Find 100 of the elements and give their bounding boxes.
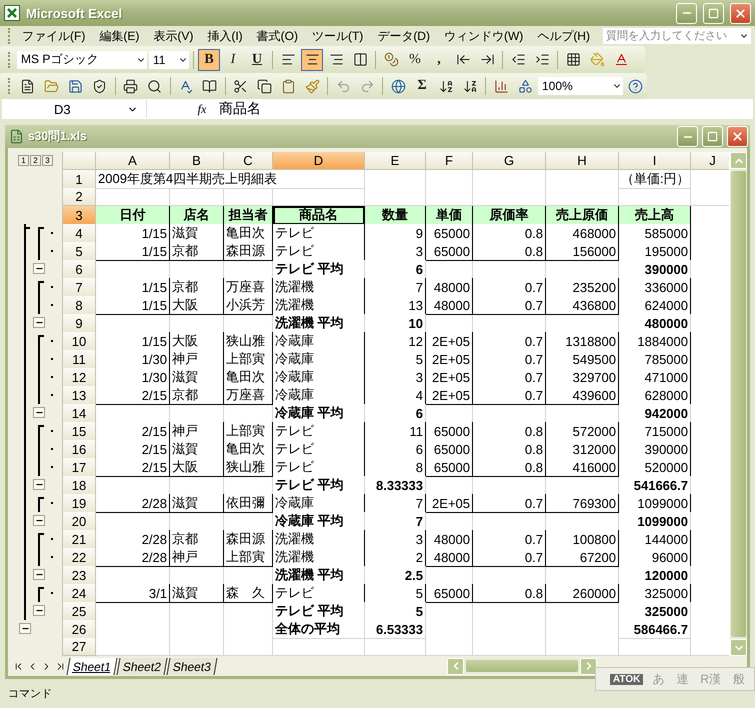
font-size-dropdown[interactable]: 11 [149,50,189,68]
bold-button[interactable]: B [198,48,220,70]
row-header[interactable]: 7 [63,278,96,297]
menu-item[interactable]: ツール(T) [304,28,370,44]
menu-item[interactable]: ヘルプ(H) [530,28,597,44]
table-cell: 468000 [546,224,619,243]
row-header[interactable]: 1 [63,170,96,189]
column-header[interactable]: J [691,152,729,170]
collapse-button[interactable] [33,605,45,616]
row-header[interactable]: 25 [63,602,96,621]
row-header[interactable]: 5 [63,242,96,261]
ime-mode[interactable]: ATOK [610,674,644,684]
outline-level-button[interactable]: 2 [30,155,41,166]
menu-item[interactable]: 表示(V) [146,28,200,44]
sheet-tab[interactable]: Sheet2 [116,658,168,674]
autosum-button[interactable]: Σ [411,75,434,97]
row-header[interactable]: 23 [63,566,96,585]
row-header[interactable]: 4 [63,224,96,243]
row-header[interactable]: 12 [63,368,96,387]
save-icon [68,78,84,94]
table-cell: テレビ 平均 [273,260,365,279]
collapse-button[interactable] [33,479,45,490]
row-header[interactable]: 6 [63,260,96,279]
column-header[interactable]: A [96,152,170,170]
scrollbar-thumb[interactable] [466,660,578,672]
excel-logo-icon [4,5,20,21]
row-header[interactable]: 8 [63,296,96,315]
font-name-dropdown[interactable]: MS Pゴシック [17,50,147,68]
collapse-button[interactable] [33,263,45,274]
help-search-field[interactable]: 質問を入力してください [603,28,751,44]
table-cell: 329700 [546,368,619,387]
column-header[interactable]: H [546,152,619,170]
italic-button[interactable]: I [222,48,244,70]
table-cell: 0.7 [473,530,546,549]
row-header[interactable]: 14 [63,404,96,423]
table-cell: 5 [365,602,426,621]
collapse-button[interactable] [33,515,45,526]
table-cell: 2E+05 [426,386,473,405]
menu-item[interactable]: 編集(E) [92,28,146,44]
align-center-button[interactable] [301,48,323,70]
comma-button[interactable]: , [428,48,450,70]
row-header[interactable]: 13 [63,386,96,405]
zoom-dropdown[interactable]: 100% [538,77,623,95]
column-header[interactable]: B [170,152,224,170]
row-header[interactable]: 27 [63,638,96,656]
menu-item[interactable]: ウィンドウ(W) [436,28,530,44]
formula-field[interactable]: 商品名 [219,100,261,118]
menu-item[interactable]: 挿入(I) [200,28,250,44]
close-button[interactable] [730,2,751,24]
name-box[interactable]: D3 [2,100,147,118]
row-header[interactable]: 18 [63,476,96,495]
column-heading: 店名 [170,206,224,225]
table-cell: 8.33333 [365,476,426,495]
maximize-button[interactable] [702,126,723,147]
row-header[interactable]: 26 [63,620,96,639]
collapse-button[interactable] [33,569,45,580]
collapse-button[interactable] [19,623,31,634]
row-header[interactable]: 15 [63,422,96,441]
table-cell: 48000 [426,548,473,567]
collapse-button[interactable] [33,317,45,328]
table-cell: 585000 [619,224,691,243]
maximize-button[interactable] [703,2,724,24]
outline-level-button[interactable]: 3 [42,155,53,166]
sheet-tab[interactable]: Sheet3 [166,658,218,674]
table-cell: 大阪 [170,296,224,315]
row-header[interactable]: 16 [63,440,96,459]
row-header[interactable]: 22 [63,548,96,567]
column-header[interactable]: D [273,152,365,170]
menu-item[interactable]: データ(D) [370,28,437,44]
table-cell: 156000 [546,242,619,261]
function-button[interactable]: fx [191,102,213,116]
column-header[interactable]: F [426,152,473,170]
column-header[interactable]: G [473,152,546,170]
column-heading: 売上高 [619,206,691,225]
row-header[interactable]: 20 [63,512,96,531]
sheet-tab[interactable]: Sheet1 [66,658,118,674]
column-header[interactable]: C [224,152,273,170]
collapse-button[interactable] [33,407,45,418]
row-header[interactable]: 24 [63,584,96,603]
scrollbar-thumb[interactable] [731,171,746,637]
minimize-button[interactable] [676,2,697,24]
column-header[interactable]: E [365,152,426,170]
row-header[interactable]: 10 [63,332,96,351]
row-header[interactable]: 19 [63,494,96,513]
outline-level-button[interactable]: 1 [18,155,29,166]
underline-button[interactable]: U [246,48,268,70]
sheet-title: （単価:円） [619,170,691,189]
table-cell: 冷蔵庫 平均 [273,512,365,531]
column-header[interactable]: I [619,152,691,170]
close-button[interactable] [727,126,748,147]
row-header[interactable]: 17 [63,458,96,477]
percent-button[interactable]: % [404,48,426,70]
row-header[interactable]: 2 [63,188,96,206]
row-header[interactable]: 21 [63,530,96,549]
menu-item[interactable]: ファイル(F) [15,28,92,44]
row-header[interactable]: 9 [63,314,96,333]
row-header[interactable]: 3 [63,206,96,225]
row-header[interactable]: 11 [63,350,96,369]
menu-item[interactable]: 書式(O) [250,28,305,44]
minimize-button[interactable] [677,126,698,147]
